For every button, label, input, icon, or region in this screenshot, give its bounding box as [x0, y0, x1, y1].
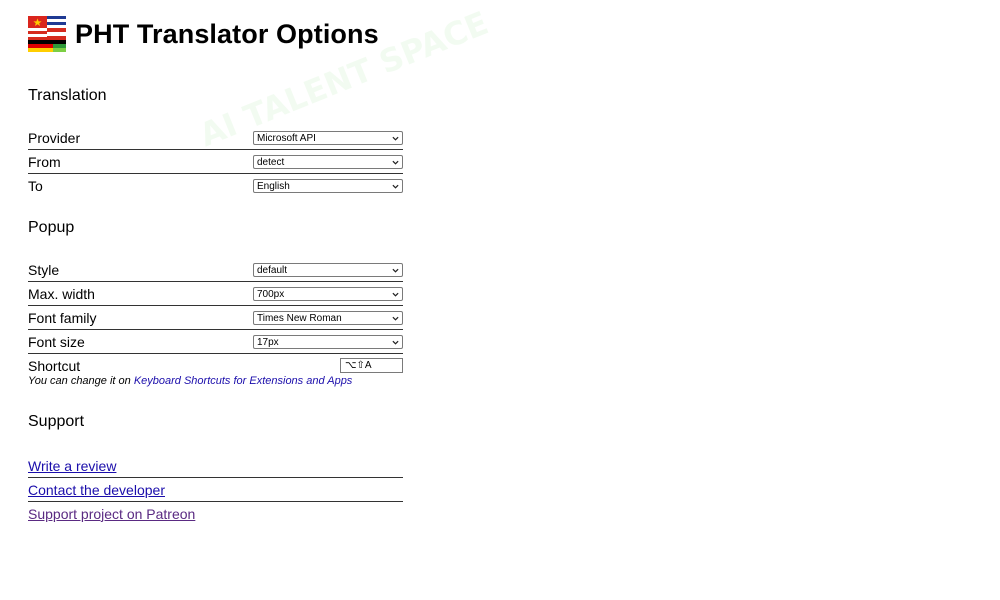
to-label: To — [28, 177, 43, 194]
style-row: Style default — [28, 258, 403, 282]
provider-select-value: Microsoft API — [257, 132, 316, 144]
font-family-row: Font family Times New Roman — [28, 306, 403, 330]
flags-logo-icon — [28, 16, 66, 52]
popup-section: Popup Style default Max. width 700px Fon… — [28, 218, 403, 388]
from-row: From detect — [28, 150, 403, 174]
provider-label: Provider — [28, 129, 81, 146]
options-page: AI TALENT SPACE PHT Translator Options T… — [0, 0, 1000, 600]
popup-section-title: Popup — [28, 219, 75, 236]
font-size-select[interactable]: 17px — [253, 334, 403, 349]
patreon-link[interactable]: Support project on Patreon — [28, 506, 195, 522]
keyboard-shortcuts-link[interactable]: Keyboard Shortcuts for Extensions and Ap… — [134, 375, 353, 387]
to-row: To English — [28, 174, 403, 197]
font-family-select-value: Times New Roman — [257, 312, 342, 324]
contact-developer-link[interactable]: Contact the developer — [28, 482, 165, 498]
from-select[interactable]: detect — [253, 154, 403, 169]
max-width-select-value: 700px — [257, 288, 285, 300]
page-title: PHT Translator Options — [75, 19, 379, 49]
style-select-value: default — [257, 264, 288, 276]
chevron-down-icon — [392, 136, 399, 141]
chevron-down-icon — [392, 340, 399, 345]
translation-section-title: Translation — [28, 87, 107, 104]
style-label: Style — [28, 261, 60, 278]
style-select[interactable]: default — [253, 262, 403, 277]
contact-developer-row: Contact the developer — [28, 478, 403, 502]
shortcut-row: Shortcut ⌥⇧A — [28, 354, 403, 377]
max-width-row: Max. width 700px — [28, 282, 403, 306]
to-select-value: English — [257, 180, 290, 192]
from-select-value: detect — [257, 156, 285, 168]
font-size-row: Font size 17px — [28, 330, 403, 354]
shortcut-input[interactable]: ⌥⇧A — [340, 358, 403, 373]
support-section: Support Write a review Contact the devel… — [28, 412, 403, 525]
chevron-down-icon — [392, 268, 399, 273]
chevron-down-icon — [392, 292, 399, 297]
write-review-row: Write a review — [28, 454, 403, 478]
font-size-label: Font size — [28, 333, 85, 350]
write-review-link[interactable]: Write a review — [28, 458, 116, 474]
page-header: PHT Translator Options — [28, 16, 379, 52]
provider-row: Provider Microsoft API — [28, 126, 403, 150]
max-width-select[interactable]: 700px — [253, 286, 403, 301]
chevron-down-icon — [392, 184, 399, 189]
shortcut-hint: You can change it on Keyboard Shortcuts … — [28, 375, 403, 388]
max-width-label: Max. width — [28, 285, 95, 302]
patreon-row: Support project on Patreon — [28, 502, 403, 525]
shortcut-hint-text: You can change it on — [28, 375, 134, 387]
from-label: From — [28, 153, 61, 170]
font-size-select-value: 17px — [257, 336, 279, 348]
chevron-down-icon — [392, 316, 399, 321]
translation-section: Translation Provider Microsoft API From … — [28, 86, 403, 197]
shortcut-label: Shortcut — [28, 357, 81, 374]
chevron-down-icon — [392, 160, 399, 165]
to-select[interactable]: English — [253, 178, 403, 193]
font-family-label: Font family — [28, 309, 97, 326]
support-section-title: Support — [28, 413, 85, 430]
font-family-select[interactable]: Times New Roman — [253, 310, 403, 325]
provider-select[interactable]: Microsoft API — [253, 130, 403, 145]
